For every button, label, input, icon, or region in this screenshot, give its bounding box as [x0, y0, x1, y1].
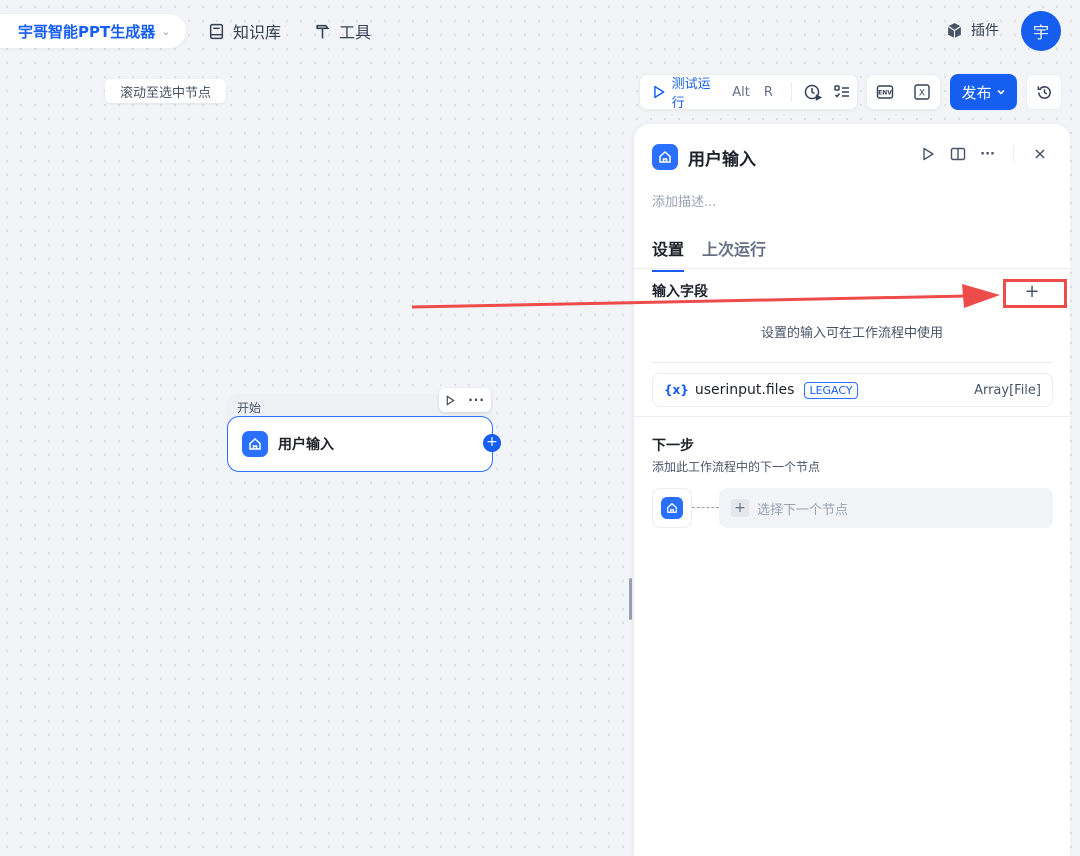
more-icon[interactable]: ···: [980, 147, 995, 162]
next-step-title: 下一步: [652, 438, 694, 454]
select-next-node-button[interactable]: + 选择下一个节点: [719, 488, 1053, 528]
input-fields-label: 输入字段: [652, 284, 708, 300]
avatar[interactable]: 宇: [1021, 11, 1061, 51]
current-node-icon: [652, 488, 692, 528]
next-step-description: 添加此工作流程中的下一个节点: [652, 460, 821, 474]
nav-plugins-label: 插件: [971, 23, 999, 39]
node-group-label: 开始: [237, 401, 262, 415]
test-run-label: 测试运行: [671, 77, 711, 111]
node-actions: ···: [439, 388, 491, 412]
panel-tabs: 设置 上次运行: [652, 236, 766, 272]
nav-tools[interactable]: 工具: [314, 18, 371, 44]
panel-tools: ···: [920, 146, 1048, 162]
more-icon[interactable]: ···: [468, 393, 485, 407]
panel-resize-handle[interactable]: [629, 578, 632, 620]
close-icon[interactable]: [1032, 146, 1048, 162]
add-next-node-button[interactable]: +: [483, 434, 501, 452]
book-open-icon[interactable]: [950, 146, 966, 162]
publish-button[interactable]: 发布: [950, 74, 1017, 110]
scroll-to-selected-button[interactable]: 滚动至选中节点: [105, 79, 226, 103]
run-toolbar: 测试运行 Alt R: [639, 74, 858, 111]
workflow-node-start[interactable]: 开始 ··· 用户输入 +: [227, 388, 501, 472]
checklist-button[interactable]: [827, 77, 857, 107]
divider: [634, 416, 1070, 417]
variable-name: userinput.files: [694, 382, 795, 398]
panel-header: 用户输入: [652, 144, 756, 170]
scroll-to-selected-label: 滚动至选中节点: [119, 85, 211, 101]
select-next-label: 选择下一个节点: [757, 502, 849, 518]
plus-icon: +: [731, 499, 749, 517]
hammer-icon: [316, 24, 330, 38]
book-icon: [209, 23, 224, 39]
shortcut-key: R: [763, 84, 773, 100]
play-icon: [654, 85, 665, 99]
nav-plugins[interactable]: 插件: [946, 20, 999, 40]
version-history-button[interactable]: [1026, 74, 1062, 110]
variable-icon-text: X: [919, 89, 925, 99]
annotation-highlight-box: [1003, 279, 1067, 308]
tab-settings[interactable]: 设置: [652, 236, 685, 272]
home-icon: [242, 431, 268, 457]
env-icon: ENV: [877, 85, 894, 99]
play-icon[interactable]: [445, 394, 456, 406]
env-button[interactable]: ENV: [870, 77, 900, 107]
home-icon: [661, 497, 683, 519]
variable-row[interactable]: {x} userinput.files LEGACY Array[File]: [652, 373, 1053, 407]
nav-tools-label: 工具: [339, 23, 372, 42]
input-hint: 设置的输入可在工作流程中使用: [760, 326, 943, 341]
tools-divider: [1013, 146, 1014, 162]
shortcut-alt: Alt: [732, 84, 750, 100]
connector-line: [692, 507, 719, 508]
divider: [652, 362, 1052, 363]
nav-knowledge[interactable]: 知识库: [208, 18, 281, 44]
chevron-down-icon: [996, 89, 1005, 95]
variables-button[interactable]: X: [907, 77, 937, 107]
cube-icon: [947, 22, 962, 38]
nav-knowledge-label: 知识库: [233, 23, 282, 42]
test-run-button[interactable]: 测试运行 Alt R: [640, 75, 785, 111]
play-icon[interactable]: [920, 146, 936, 162]
env-toolbar: ENV X: [866, 74, 941, 110]
home-icon: [652, 144, 678, 170]
run-history-button[interactable]: [798, 77, 828, 107]
avatar-text: 宇: [1032, 23, 1049, 42]
tab-last-run[interactable]: 上次运行: [702, 236, 766, 272]
node-card[interactable]: 用户输入: [227, 416, 493, 472]
app-switcher[interactable]: 宇哥智能PPT生成器 ⌄: [0, 14, 186, 48]
node-title: 用户输入: [278, 437, 334, 453]
legacy-badge: LEGACY: [804, 381, 858, 399]
variable-type: Array[File]: [974, 382, 1041, 398]
env-icon-text: ENV: [878, 90, 892, 97]
app-name: 宇哥智能PPT生成器: [18, 22, 156, 41]
toolbar-divider: [790, 82, 792, 102]
chevron-down-icon: ⌄: [161, 24, 171, 38]
checklist-icon: [834, 85, 850, 98]
tabs-divider: [634, 268, 1070, 269]
clock-play-icon: [804, 84, 822, 101]
description-input[interactable]: 添加描述...: [652, 191, 716, 210]
node-settings-panel: 用户输入 ··· 添加描述... 设置 上次运行 输入字段 + 设置的输入可在工…: [634, 124, 1070, 856]
variable-icon: {x}: [664, 383, 689, 397]
publish-label: 发布: [961, 83, 992, 102]
variable-icon: X: [914, 84, 930, 100]
panel-title: 用户输入: [688, 149, 756, 170]
history-icon: [1037, 85, 1051, 99]
